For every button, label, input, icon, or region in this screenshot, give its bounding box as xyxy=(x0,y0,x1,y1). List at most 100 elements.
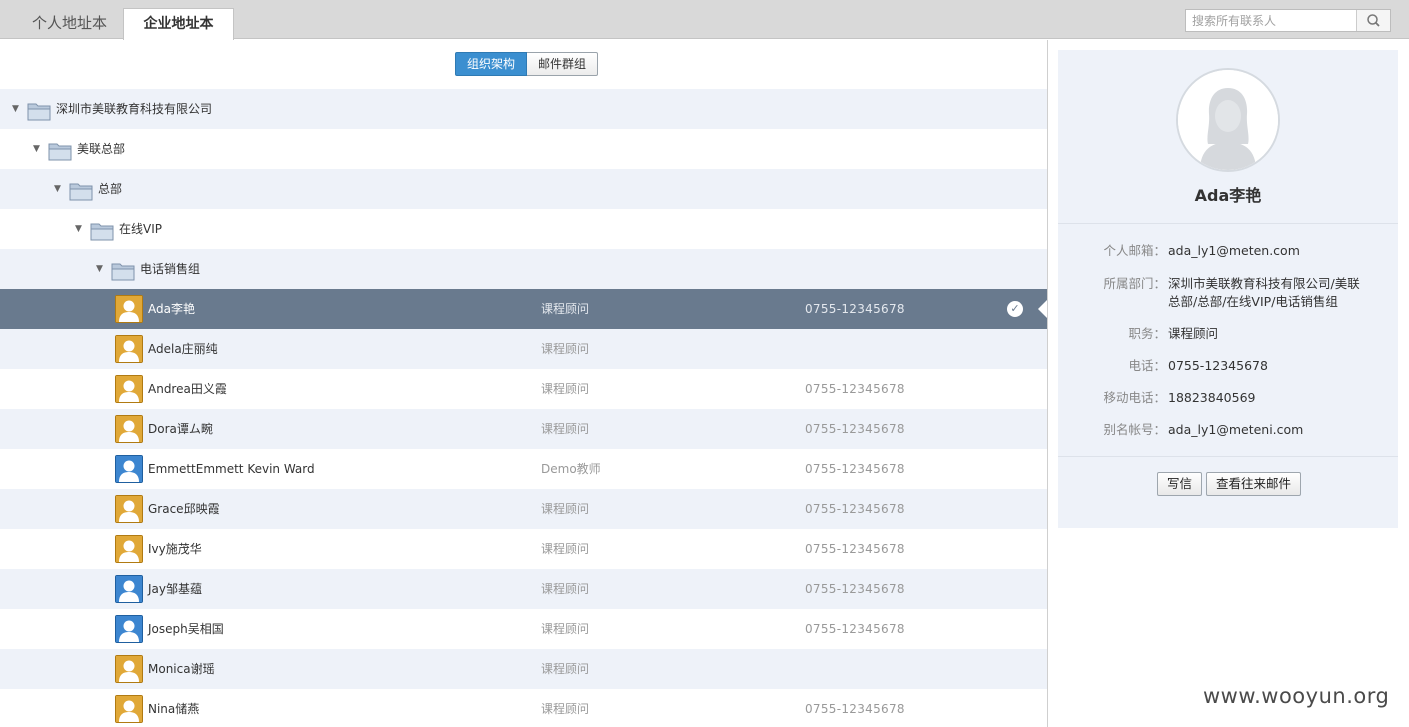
tree-node-label: 总部 xyxy=(98,182,123,196)
contact-name: Ada李艳 xyxy=(1194,186,1262,205)
male-avatar-icon xyxy=(115,455,143,483)
tree-node-label: 在线VIP xyxy=(119,222,162,236)
detail-field-label: 移动电话： xyxy=(1103,390,1166,405)
search-icon xyxy=(1367,14,1380,27)
write-mail-button[interactable]: 写信 xyxy=(1157,472,1203,496)
contact-role-cell: 课程顾问 xyxy=(541,382,590,396)
contact-role-cell: 课程顾问 xyxy=(541,662,590,676)
expand-caret-icon[interactable]: ▼ xyxy=(12,89,19,129)
tab-enterprise-addressbook[interactable]: 企业地址本 xyxy=(123,8,234,40)
female-avatar-icon xyxy=(115,695,143,723)
folder-icon xyxy=(69,177,93,201)
view-toggle: 组织架构 邮件群组 xyxy=(455,52,599,76)
detail-field-label: 个人邮箱： xyxy=(1103,243,1166,258)
tree-node-label: 美联总部 xyxy=(77,142,126,156)
contact-row[interactable]: Jay邹基蕴 课程顾问 0755-12345678 xyxy=(0,569,1047,609)
contact-tree: ▼ 深圳市美联教育科技有限公司 ▼ 美联总部 ▼ 总部 ▼ 在线VIP ▼ 电话销售组 Ada李艳课… xyxy=(0,89,1047,727)
folder-icon xyxy=(27,97,51,121)
contact-phone-cell: 0755-12345678 xyxy=(805,382,905,396)
contact-row[interactable]: Ivy施茂华 课程顾问 0755-12345678 xyxy=(0,529,1047,569)
contact-role-cell: 课程顾问 xyxy=(541,702,590,716)
tree-node-row[interactable]: ▼ 美联总部 xyxy=(0,129,1047,169)
org-structure-button[interactable]: 组织架构 xyxy=(455,52,528,76)
expand-caret-icon[interactable]: ▼ xyxy=(96,249,103,289)
contact-phone-cell: 0755-12345678 xyxy=(805,582,905,596)
contact-row[interactable]: Joseph吴相国 课程顾问 0755-12345678 xyxy=(0,609,1047,649)
contact-row[interactable]: Adela庄丽纯 课程顾问 xyxy=(0,329,1047,369)
detail-field-value: ada_ly1@meteni.com xyxy=(1168,422,1304,437)
contact-row[interactable]: Ada李艳 课程顾问 0755-12345678 ✓ xyxy=(0,289,1047,329)
contact-name-cell: Ivy施茂华 xyxy=(148,542,202,556)
contact-name-cell: Adela庄丽纯 xyxy=(148,342,218,356)
search-box xyxy=(1185,9,1391,32)
divider xyxy=(1058,456,1398,457)
top-tab-bar: 个人地址本 企业地址本 xyxy=(0,0,1409,40)
contact-role-cell: 课程顾问 xyxy=(541,622,590,636)
female-silhouette-icon xyxy=(1178,70,1278,170)
mail-group-button[interactable]: 邮件群组 xyxy=(527,52,599,76)
contact-row[interactable]: Monica谢瑶 课程顾问 xyxy=(0,649,1047,689)
contact-name-cell: Monica谢瑶 xyxy=(148,662,215,676)
detail-field-value: ada_ly1@meten.com xyxy=(1168,243,1300,258)
contact-name-cell: Nina储燕 xyxy=(148,702,200,716)
view-mail-history-button[interactable]: 查看往来邮件 xyxy=(1206,472,1302,496)
contact-photo xyxy=(1176,68,1280,172)
contact-role-cell: 课程顾问 xyxy=(541,302,590,316)
folder-icon xyxy=(48,137,72,161)
divider xyxy=(1058,223,1398,224)
contact-row[interactable]: Nina储燕 课程顾问 0755-12345678 xyxy=(0,689,1047,727)
female-avatar-icon xyxy=(115,335,143,363)
detail-field-value: 18823840569 xyxy=(1168,390,1256,405)
contact-role-cell: Demo教师 xyxy=(541,462,601,476)
female-avatar-icon xyxy=(115,295,143,323)
contact-name-cell: Dora谭ム畹 xyxy=(148,422,213,436)
contact-phone-cell: 0755-12345678 xyxy=(805,302,905,316)
expand-caret-icon[interactable]: ▼ xyxy=(75,209,82,249)
tab-personal-addressbook[interactable]: 个人地址本 xyxy=(32,8,107,39)
contact-phone-cell: 0755-12345678 xyxy=(805,702,905,716)
contact-row[interactable]: EmmettEmmett Kevin Ward Demo教师 0755-123456… xyxy=(0,449,1047,489)
detail-field-label: 别名帐号： xyxy=(1103,422,1166,437)
contact-row[interactable]: Grace邱映霞 课程顾问 0755-12345678 xyxy=(0,489,1047,529)
selection-pointer-icon xyxy=(1038,299,1047,319)
female-avatar-icon xyxy=(115,535,143,563)
tree-node-row[interactable]: ▼ 深圳市美联教育科技有限公司 xyxy=(0,89,1047,129)
contact-phone-cell: 0755-12345678 xyxy=(805,462,905,476)
search-button[interactable] xyxy=(1356,10,1390,31)
female-avatar-icon xyxy=(115,655,143,683)
contact-row[interactable]: Andrea田义霞 课程顾问 0755-12345678 xyxy=(0,369,1047,409)
detail-field-value: 深圳市美联教育科技有限公司/美联总部/总部/在线VIP/电话销售组 xyxy=(1168,276,1360,309)
tree-node-label: 电话销售组 xyxy=(140,262,201,276)
contact-role-cell: 课程顾问 xyxy=(541,582,590,596)
contact-name-cell: Grace邱映霞 xyxy=(148,502,220,516)
contact-detail-card: Ada李艳 个人邮箱： ada_ly1@meten.com 所属部门： 深圳市美联教育… xyxy=(1058,50,1398,528)
tree-node-label: 深圳市美联教育科技有限公司 xyxy=(56,102,213,116)
folder-icon xyxy=(90,217,114,241)
search-input[interactable] xyxy=(1186,10,1356,31)
expand-caret-icon[interactable]: ▼ xyxy=(54,169,61,209)
contact-role-cell: 课程顾问 xyxy=(541,542,590,556)
female-avatar-icon xyxy=(115,375,143,403)
detail-field-value: 课程顾问 xyxy=(1168,326,1219,341)
contact-name-cell: Jay邹基蕴 xyxy=(148,582,202,596)
watermark: www.wooyun.org xyxy=(1203,684,1390,708)
contact-role-cell: 课程顾问 xyxy=(541,502,590,516)
detail-field-value: 0755-12345678 xyxy=(1168,358,1268,373)
contact-phone-cell: 0755-12345678 xyxy=(805,422,905,436)
detail-field-label: 电话： xyxy=(1128,358,1166,373)
contact-name-cell: EmmettEmmett Kevin Ward xyxy=(148,462,315,476)
tree-node-row[interactable]: ▼ 总部 xyxy=(0,169,1047,209)
selected-check-icon: ✓ xyxy=(1007,301,1023,317)
contact-role-cell: 课程顾问 xyxy=(541,422,590,436)
tree-node-row[interactable]: ▼ 电话销售组 xyxy=(0,249,1047,289)
tree-node-row[interactable]: ▼ 在线VIP xyxy=(0,209,1047,249)
contact-role-cell: 课程顾问 xyxy=(541,342,590,356)
detail-field-label: 所属部门： xyxy=(1103,276,1166,291)
female-avatar-icon xyxy=(115,415,143,443)
contact-row[interactable]: Dora谭ム畹 课程顾问 0755-12345678 xyxy=(0,409,1047,449)
expand-caret-icon[interactable]: ▼ xyxy=(33,129,40,169)
detail-field-label: 职务： xyxy=(1128,326,1166,341)
contact-name-cell: Ada李艳 xyxy=(148,302,195,316)
male-avatar-icon xyxy=(115,575,143,603)
contact-name-cell: Andrea田义霞 xyxy=(148,382,227,396)
